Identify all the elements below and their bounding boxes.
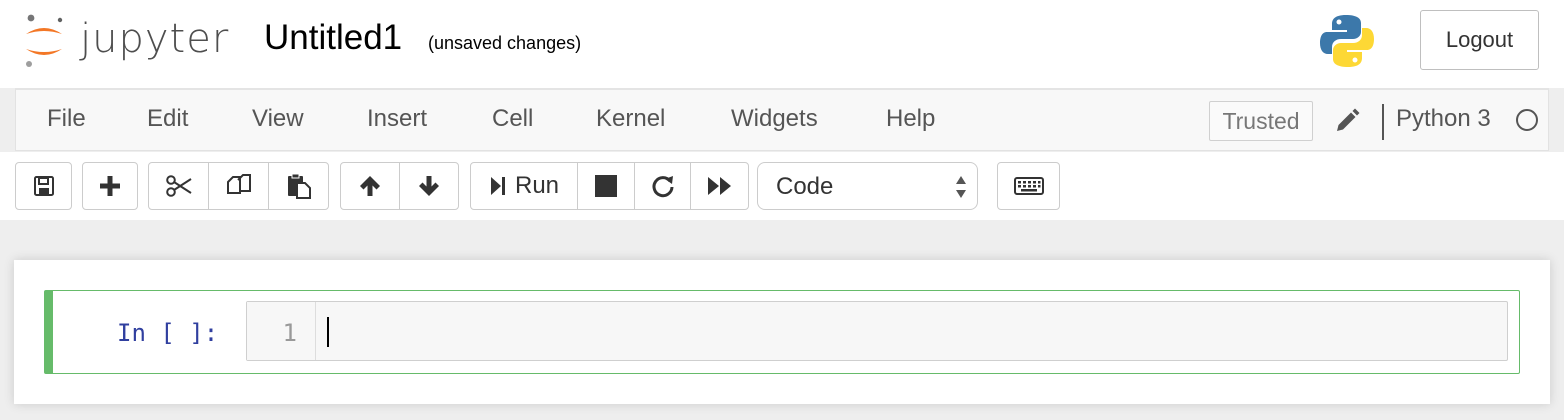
save-button[interactable] — [15, 162, 72, 210]
header: jupyter Untitled1 (unsaved changes) Logo… — [0, 0, 1564, 88]
kernel-name[interactable]: Python 3 — [1396, 105, 1491, 133]
menubar: File Edit View Insert Cell Kernel Widget… — [15, 88, 1549, 151]
step-forward-icon — [490, 177, 505, 195]
run-label: Run — [514, 172, 560, 199]
keyboard-icon — [1013, 177, 1044, 195]
menu-kernel[interactable]: Kernel — [596, 105, 665, 133]
menu-edit[interactable]: Edit — [147, 105, 188, 133]
menu-help[interactable]: Help — [886, 105, 935, 133]
cut-button[interactable] — [148, 162, 209, 210]
jupyter-logo-icon — [26, 14, 63, 67]
menu-file[interactable]: File — [47, 105, 86, 133]
notebook-title[interactable]: Untitled1 — [264, 18, 402, 58]
jupyter-logo[interactable]: jupyter — [22, 12, 237, 70]
cell-type-value: Code — [776, 173, 834, 200]
line-number-gutter: 1 — [247, 302, 316, 360]
notebook-container: In [ ]: 1 — [14, 260, 1550, 404]
menu-cell[interactable]: Cell — [492, 105, 533, 133]
command-palette-button[interactable] — [997, 162, 1060, 210]
select-arrows-icon — [956, 176, 966, 198]
code-editor[interactable]: 1 — [246, 301, 1508, 361]
restart-kernel-button[interactable] — [634, 162, 691, 210]
plus-icon — [100, 176, 120, 196]
copy-button[interactable] — [208, 162, 269, 210]
code-cell[interactable]: In [ ]: 1 — [44, 290, 1520, 374]
toolbar: Run Code — [0, 152, 1564, 220]
trusted-button[interactable]: Trusted — [1209, 101, 1313, 141]
pencil-icon[interactable] — [1334, 108, 1360, 134]
interrupt-kernel-button[interactable] — [577, 162, 635, 210]
input-prompt: In [ ]: — [117, 319, 219, 347]
save-status: (unsaved changes) — [428, 33, 582, 53]
menu-widgets[interactable]: Widgets — [731, 105, 818, 133]
arrow-down-icon — [419, 176, 439, 196]
menu-insert[interactable]: Insert — [367, 105, 427, 133]
python-logo-icon — [1318, 12, 1376, 70]
run-button[interactable]: Run — [470, 162, 578, 210]
text-cursor — [327, 317, 329, 347]
copy-icon — [226, 174, 251, 194]
arrow-up-icon — [360, 176, 380, 196]
move-up-button[interactable] — [340, 162, 400, 210]
kernel-idle-circle-icon — [1516, 109, 1538, 131]
cell-type-select[interactable]: Code — [757, 162, 978, 210]
jupyter-logo-text: jupyter — [80, 16, 230, 62]
restart-run-all-button[interactable] — [690, 162, 749, 210]
kernel-separator — [1382, 104, 1384, 140]
menu-view[interactable]: View — [252, 105, 304, 133]
restart-icon — [652, 176, 673, 198]
insert-cell-button[interactable] — [82, 162, 138, 210]
cut-icon — [165, 175, 192, 197]
save-icon — [33, 176, 54, 196]
line-number: 1 — [282, 319, 297, 347]
stop-icon — [595, 175, 617, 197]
paste-button[interactable] — [268, 162, 329, 210]
paste-icon — [287, 173, 311, 199]
fast-forward-icon — [707, 177, 731, 195]
logout-button[interactable]: Logout — [1420, 10, 1539, 70]
move-down-button[interactable] — [399, 162, 459, 210]
